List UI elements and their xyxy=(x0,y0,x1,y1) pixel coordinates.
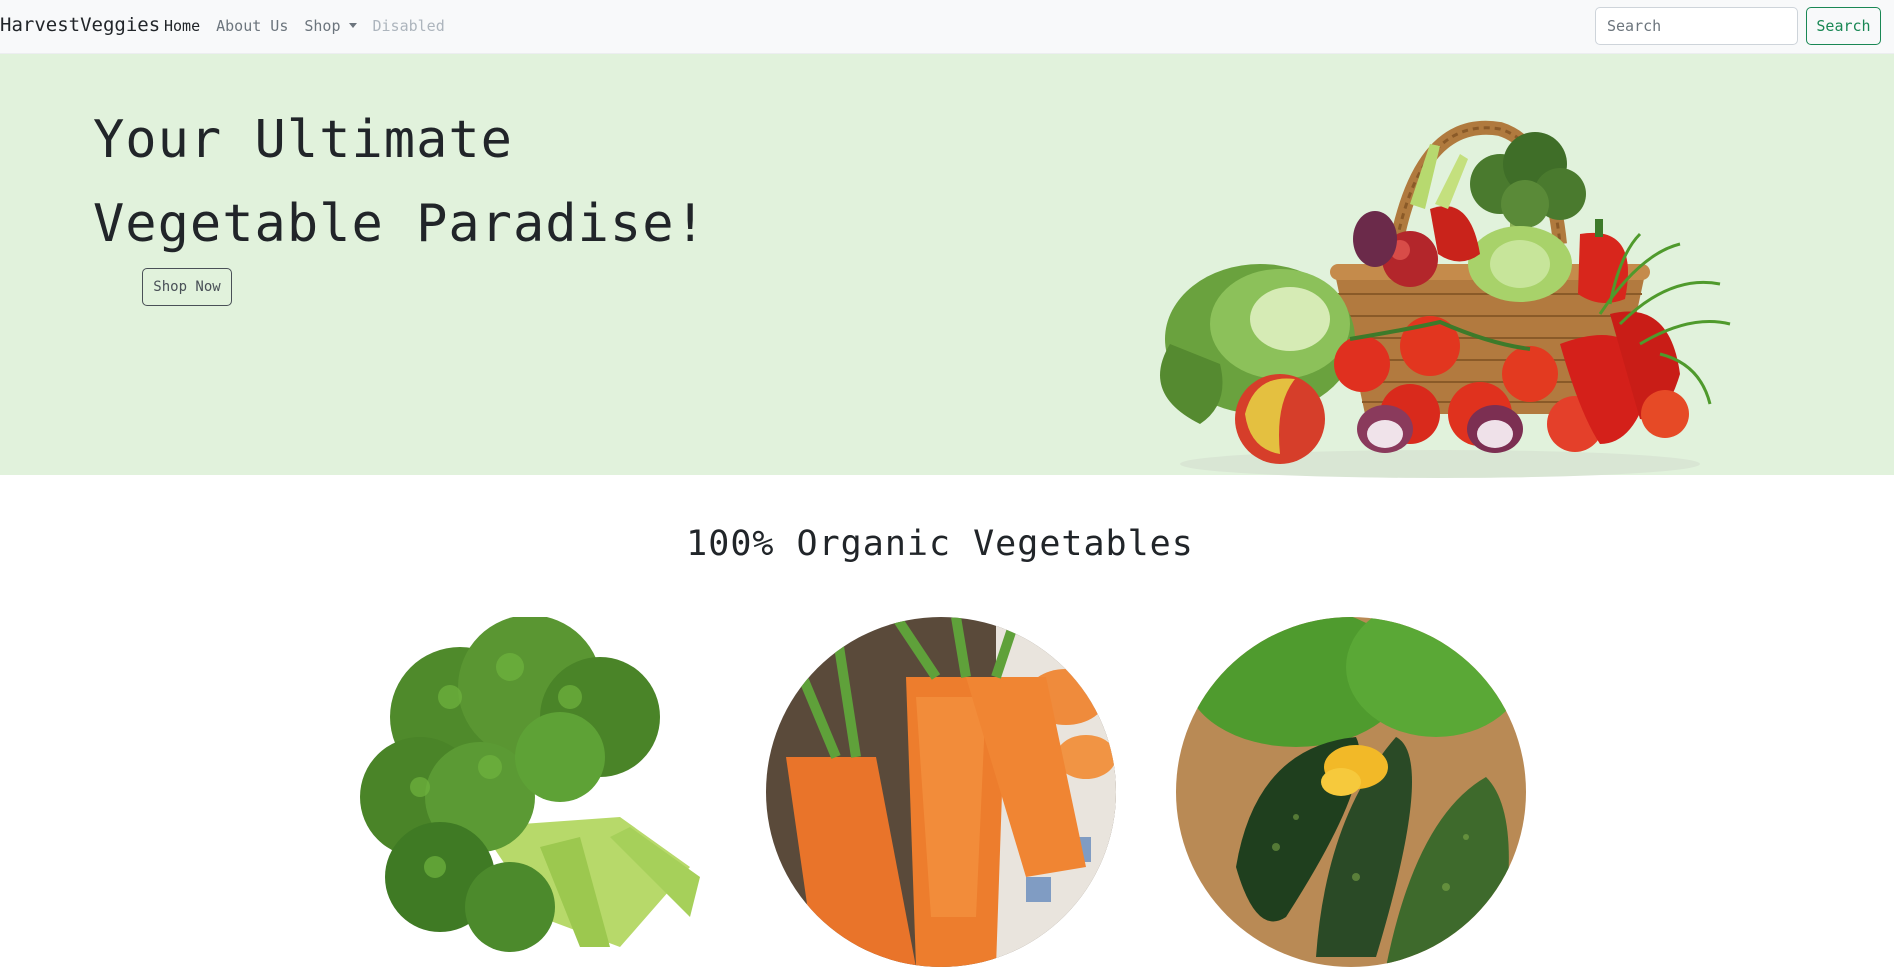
search-button[interactable]: Search xyxy=(1806,7,1881,45)
caret-down-icon xyxy=(348,23,357,28)
section-title: 100% Organic Vegetables xyxy=(686,524,1194,564)
nav-links: Home About Us Shop Disabled xyxy=(164,17,461,35)
nav-link-about[interactable]: About Us xyxy=(216,17,288,35)
brand-logo[interactable]: HarvestVeggies xyxy=(0,14,160,36)
nav-link-home[interactable]: Home xyxy=(164,17,200,35)
zucchini-image xyxy=(1176,617,1526,967)
navbar: HarvestVeggies Home About Us Shop Disabl… xyxy=(0,0,1894,54)
broccoli-image xyxy=(360,617,710,967)
shop-now-button[interactable]: Shop Now xyxy=(142,268,232,306)
search-input[interactable] xyxy=(1595,7,1798,45)
hero-banner: Your Ultimate Vegetable Paradise! Shop N… xyxy=(0,54,1894,478)
vegetable-basket-image xyxy=(1160,120,1731,478)
nav-dropdown-shop-label: Shop xyxy=(304,17,341,35)
carrots-image xyxy=(766,617,1116,967)
nav-link-disabled: Disabled xyxy=(372,17,445,35)
hero-title: Your Ultimate Vegetable Paradise! xyxy=(93,110,707,254)
nav-dropdown-shop[interactable]: Shop xyxy=(304,17,357,35)
